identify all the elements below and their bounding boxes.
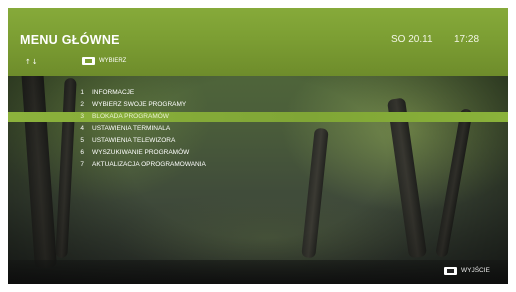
menu-item-number: 2 (80, 101, 84, 108)
menu-item-label: WYSZUKIWANIE PROGRAMÓW (92, 149, 190, 156)
clock-display: 17:28 (454, 34, 480, 45)
up-down-arrows-icon: ↑↓ (25, 58, 39, 66)
menu-item-aktualizacja-oprogramowania[interactable]: 7 AKTUALIZACJA OPROGRAMOWANIA (8, 160, 508, 170)
menu-item-informacje[interactable]: 1 INFORMACJE (8, 88, 508, 98)
menu-item-wybierz-programy[interactable]: 2 WYBIERZ SWOJE PROGRAMY (8, 100, 508, 110)
menu-footer (8, 260, 508, 284)
menu-item-label: USTAWIENIA TERMINALA (92, 125, 171, 132)
menu-item-wyszukiwanie-programow[interactable]: 6 WYSZUKIWANIE PROGRAMÓW (8, 148, 508, 158)
menu-header: MENU GŁÓWNE SO 20.11 17:28 ↑↓ WYBIERZ (8, 8, 508, 76)
exit-key-icon (444, 267, 457, 275)
page-title: MENU GŁÓWNE (20, 33, 120, 47)
menu-item-ustawienia-telewizora[interactable]: 5 USTAWIENIA TELEWIZORA (8, 136, 508, 146)
menu-item-number: 6 (80, 149, 84, 156)
date-display: SO 20.11 (391, 34, 433, 45)
menu-item-label: INFORMACJE (92, 89, 135, 96)
select-hint-label: WYBIERZ (99, 58, 127, 64)
menu-item-number: 5 (80, 137, 84, 144)
menu-item-number: 4 (80, 125, 84, 132)
menu-item-label: USTAWIENIA TELEWIZORA (92, 137, 176, 144)
menu-item-number: 1 (80, 89, 84, 96)
exit-hint-label: WYJŚCIE (461, 267, 490, 274)
menu-item-ustawienia-terminala[interactable]: 4 USTAWIENIA TERMINALA (8, 124, 508, 134)
menu-item-label: WYBIERZ SWOJE PROGRAMY (92, 101, 187, 108)
ok-key-icon (82, 57, 95, 65)
menu-item-blokada-programow[interactable]: 3 BLOKADA PROGRAMÓW (8, 112, 508, 122)
menu-item-label: AKTUALIZACJA OPROGRAMOWANIA (92, 161, 206, 168)
menu-item-number: 3 (80, 113, 84, 120)
menu-item-label: BLOKADA PROGRAMÓW (92, 113, 169, 120)
menu-item-number: 7 (80, 161, 84, 168)
tv-screen: MENU GŁÓWNE SO 20.11 17:28 ↑↓ WYBIERZ 1 … (8, 8, 508, 284)
